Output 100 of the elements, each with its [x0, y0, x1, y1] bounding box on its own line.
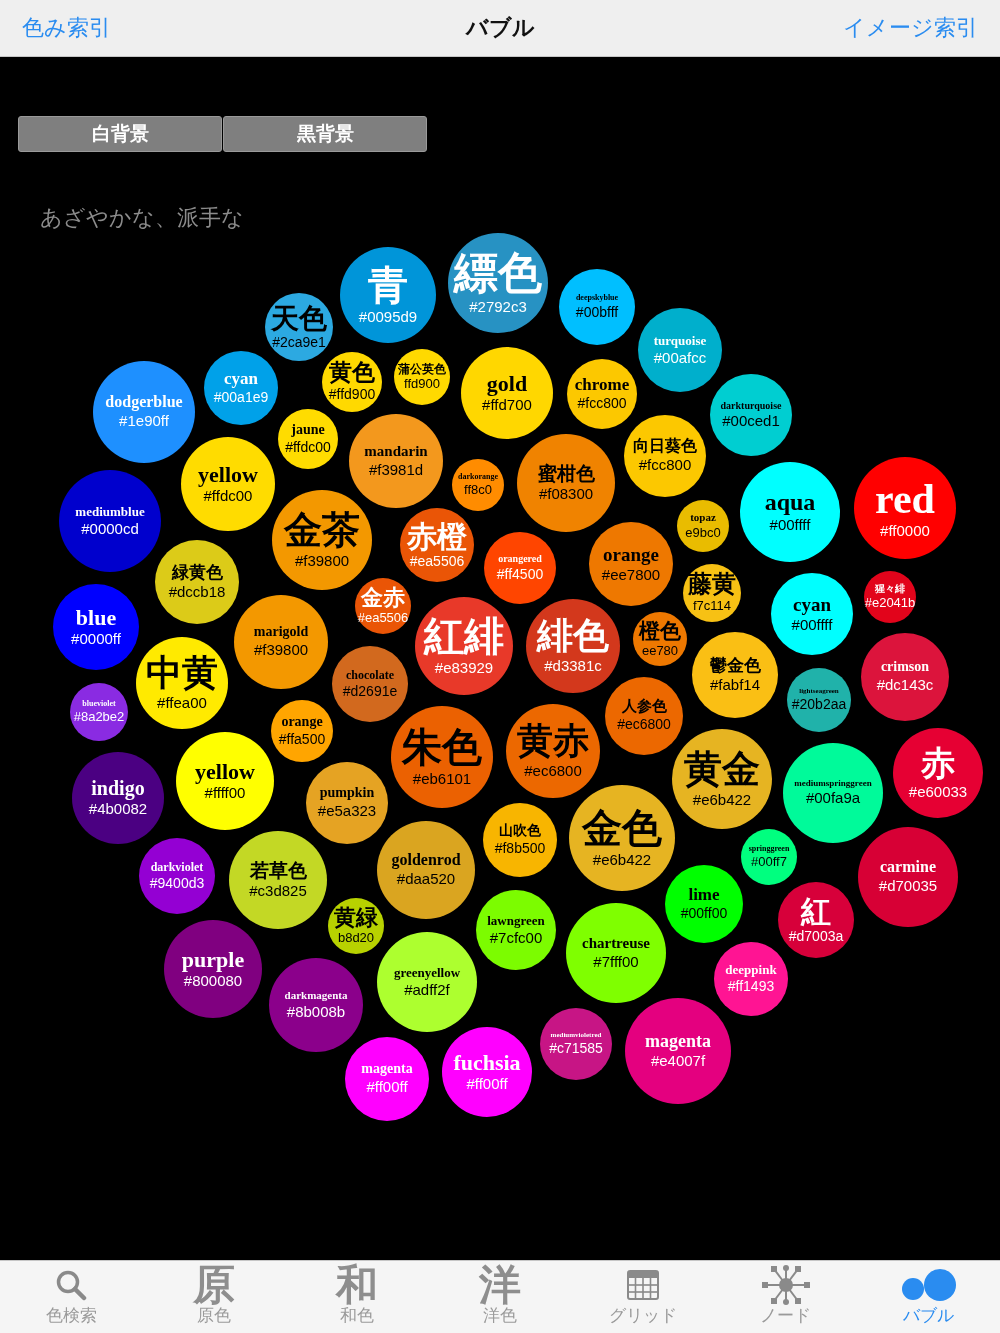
color-code: #e60033 [908, 783, 968, 801]
color-code: #d2691e [342, 683, 398, 699]
color-bubble[interactable]: 黄赤 #ec6800 [506, 704, 600, 798]
color-bubble[interactable]: indigo #4b0082 [72, 752, 164, 844]
color-bubble[interactable]: aqua #00ffff [740, 462, 840, 562]
color-bubble[interactable]: deeppink #ff1493 [714, 942, 788, 1016]
color-bubble[interactable]: blue #0000ff [53, 584, 139, 670]
color-bubble[interactable]: red #ff0000 [854, 457, 956, 559]
color-bubble[interactable]: 紅緋 #e83929 [415, 597, 513, 695]
grid-icon [626, 1270, 659, 1300]
color-bubble[interactable]: 金赤 #ea5506 [355, 578, 411, 634]
color-bubble[interactable]: yellow #ffdc00 [181, 437, 275, 531]
color-code: #adff2f [404, 981, 450, 999]
color-bubble[interactable]: 天色 #2ca9e1 [265, 293, 333, 361]
color-name: 中黄 [146, 654, 218, 693]
color-bubble[interactable]: chrome #fcc800 [567, 359, 637, 429]
color-code: #d70035 [878, 878, 938, 895]
color-bubble[interactable]: marigold #f39800 [234, 595, 328, 689]
background-toggle-button[interactable]: 白背景 [18, 116, 222, 152]
color-bubble[interactable]: 金色 #e6b422 [569, 785, 675, 891]
color-code: #d3381c [544, 657, 602, 675]
color-bubble[interactable]: 蜜柑色 #f08300 [517, 434, 615, 532]
color-code: #ffff00 [204, 785, 246, 802]
color-name: 向日葵色 [633, 438, 697, 456]
color-bubble[interactable]: chocolate #d2691e [332, 646, 408, 722]
color-code: #fcc800 [577, 396, 627, 412]
color-code: #eb6101 [412, 770, 472, 788]
color-bubble[interactable]: magenta #e4007f [625, 998, 731, 1104]
color-code: #2792c3 [469, 298, 527, 316]
color-bubble[interactable]: blueviolet #8a2be2 [70, 683, 128, 741]
color-bubble[interactable]: 若草色 #c3d825 [229, 831, 327, 929]
color-code: #ff1493 [727, 979, 775, 995]
color-bubble[interactable]: 藤黄 f7c114 [683, 564, 741, 622]
color-bubble[interactable]: deepskyblue #00bfff [559, 269, 635, 345]
color-code: #7fff00 [593, 953, 639, 971]
color-name: aqua [764, 490, 816, 516]
color-bubble[interactable]: lime #00ff00 [665, 865, 743, 943]
color-bubble[interactable]: mandarin #f3981d [349, 414, 443, 508]
color-bubble[interactable]: mediumblue #0000cd [59, 470, 161, 572]
color-name: 蜜柑色 [537, 463, 595, 484]
color-bubble[interactable]: cyan #00ffff [771, 573, 853, 655]
color-name: deepskyblue [575, 294, 619, 303]
color-code: #daa520 [396, 871, 456, 888]
color-bubble[interactable]: pumpkin #e5a323 [306, 762, 388, 844]
color-bubble[interactable]: darkviolet #9400d3 [139, 838, 215, 914]
color-name: 黄赤 [517, 722, 589, 761]
color-code: #0000ff [71, 631, 121, 648]
color-name: orange [281, 714, 323, 730]
color-bubble[interactable]: 中黄 #ffea00 [136, 637, 228, 729]
color-code: #e5a323 [317, 803, 377, 820]
color-bubble[interactable]: 緋色 #d3381c [526, 599, 620, 693]
color-code: #fabf14 [709, 676, 760, 694]
color-bubble[interactable]: crimson #dc143c [861, 633, 949, 721]
color-bubble[interactable]: 黄緑 b8d20 [328, 898, 384, 954]
color-bubble[interactable]: chartreuse #7fff00 [566, 903, 666, 1003]
color-bubble[interactable]: lawngreen #7cfc00 [476, 890, 556, 970]
color-bubble[interactable]: 鬱金色 #fabf14 [692, 632, 778, 718]
color-name: greenyellow [393, 965, 461, 980]
color-bubble[interactable]: purple #800080 [164, 920, 262, 1018]
color-bubble[interactable]: 縹色 #2792c3 [448, 233, 548, 333]
color-bubble[interactable]: springgreen #00ff7 [741, 829, 797, 885]
color-bubble[interactable]: darkturquoise #00ced1 [710, 374, 792, 456]
color-bubble[interactable]: orange #ffa500 [271, 700, 333, 762]
color-bubble[interactable]: 緑黄色 #dccb18 [155, 540, 239, 624]
color-bubble[interactable]: 赤 #e60033 [893, 728, 983, 818]
color-bubble[interactable]: 紅 #d7003a [778, 882, 854, 958]
color-bubble[interactable]: 山吹色 #f8b500 [483, 803, 557, 877]
color-bubble[interactable]: topaz e9bc0 [677, 500, 729, 552]
color-bubble[interactable]: jaune #ffdc00 [278, 409, 338, 469]
color-name: purple [181, 948, 245, 972]
color-bubble[interactable]: 黄色 #ffd900 [322, 352, 382, 412]
color-bubble[interactable]: yellow #ffff00 [176, 732, 274, 830]
color-bubble[interactable]: darkmagenta #8b008b [269, 958, 363, 1052]
color-name: 橙色 [639, 619, 681, 642]
color-bubble[interactable]: greenyellow #adff2f [377, 932, 477, 1032]
color-bubble[interactable]: 人参色 #ec6800 [605, 677, 683, 755]
color-bubble[interactable]: 蒲公英色 ffd900 [394, 349, 450, 405]
color-bubble[interactable]: 黄金 #e6b422 [672, 729, 772, 829]
color-name: magenta [361, 1062, 413, 1078]
color-bubble[interactable]: 猩々緋 #e2041b [864, 571, 916, 623]
color-name: 赤橙 [407, 520, 467, 553]
color-bubble[interactable]: 橙色 ee780 [633, 612, 687, 666]
color-bubble[interactable]: 朱色 #eb6101 [391, 706, 493, 808]
color-bubble[interactable]: carmine #d70035 [858, 827, 958, 927]
color-bubble[interactable]: 向日葵色 #fcc800 [624, 415, 706, 497]
color-bubble[interactable]: goldenrod #daa520 [377, 821, 475, 919]
color-name: goldenrod [391, 852, 461, 870]
color-name: magenta [645, 1032, 711, 1052]
color-code: #ffea00 [157, 694, 207, 712]
color-code: #d7003a [788, 929, 844, 945]
color-bubble[interactable]: gold #ffd700 [461, 347, 553, 439]
color-code: #1e90ff [119, 413, 169, 430]
color-bubble[interactable]: 赤橙 #ea5506 [400, 508, 474, 582]
color-bubble[interactable]: mediumspringgreen #00fa9a [783, 743, 883, 843]
color-bubble[interactable]: orange #ee7800 [589, 522, 673, 606]
color-code: #4b0082 [88, 801, 148, 818]
color-code: #e2041b [864, 596, 916, 611]
color-code: #8b008b [286, 1003, 346, 1020]
background-toggle-button[interactable]: 黒背景 [223, 116, 427, 152]
color-bubble[interactable]: darkorange ff8c0 [452, 459, 504, 511]
